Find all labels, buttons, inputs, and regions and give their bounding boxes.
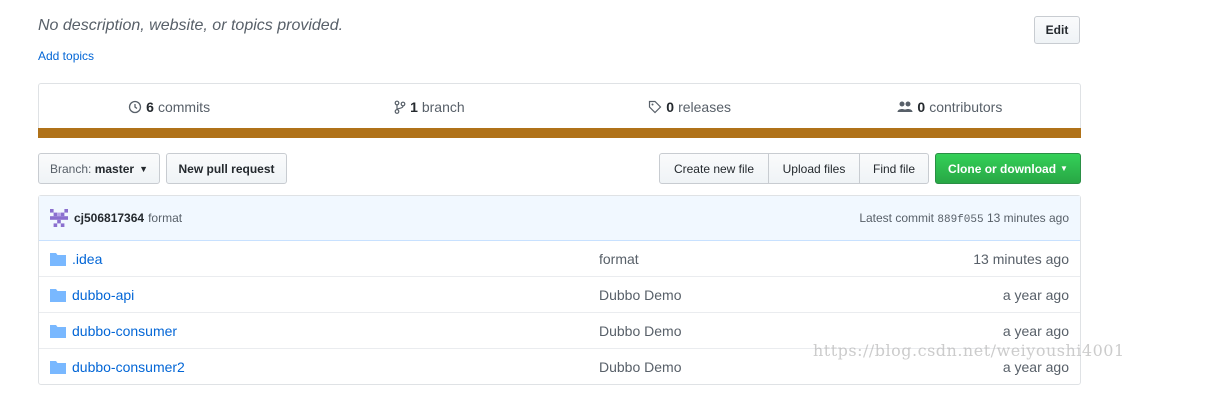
commit-sha[interactable]: 889f055 [937,214,983,226]
branches-count: 1 [410,98,418,115]
latest-commit-info: Latest commit 889f055 13 minutes ago [859,211,1069,226]
table-row: .idea format 13 minutes ago [39,241,1080,277]
add-topics-link[interactable]: Add topics [38,49,94,63]
file-age: a year ago [1002,322,1069,339]
folder-icon [50,288,66,302]
new-pull-request-button[interactable]: New pull request [166,153,287,184]
watermark: https://blog.csdn.net/weiyoushi4001 [813,341,1125,360]
latest-commit-prefix: Latest commit [859,210,935,225]
find-file-button[interactable]: Find file [859,153,929,184]
file-commit-message[interactable]: Dubbo Demo [599,323,1003,339]
file-name[interactable]: dubbo-api [72,287,134,303]
create-new-file-button[interactable]: Create new file [659,153,769,184]
branches-label: branch [421,98,465,115]
repo-description: No description, website, or topics provi… [38,17,344,34]
commit-author[interactable]: cj506817364 [74,211,144,225]
branches-link[interactable]: 1 branch [299,99,559,115]
file-age: a year ago [1002,286,1069,303]
commits-count: 6 [146,98,154,115]
file-age: 13 minutes ago [973,250,1069,267]
file-age: a year ago [1002,358,1069,375]
edit-button[interactable]: Edit [1034,16,1080,44]
folder-icon [50,252,66,266]
people-icon [897,101,913,112]
file-name[interactable]: dubbo-consumer2 [72,359,185,375]
branch-prefix: Branch: [50,161,92,176]
contributors-label: contributors [929,98,1003,115]
history-icon [129,100,142,113]
file-link[interactable]: .idea [50,251,599,267]
releases-label: releases [678,98,731,115]
table-row: dubbo-api Dubbo Demo a year ago [39,277,1080,313]
branch-icon [394,100,406,114]
branch-select-button[interactable]: Branch: master ▼ [38,153,160,184]
folder-icon [50,360,66,374]
avatar[interactable] [50,209,68,227]
caret-down-icon: ▼ [1060,164,1068,173]
clone-label: Clone or download [948,161,1057,176]
file-link[interactable]: dubbo-consumer [50,323,599,339]
caret-down-icon: ▼ [139,163,148,174]
commit-message[interactable]: format [148,211,182,225]
tag-icon [649,100,662,113]
file-commit-message[interactable]: Dubbo Demo [599,287,1003,303]
contributors-link[interactable]: 0 contributors [820,99,1080,115]
releases-count: 0 [666,98,675,115]
commit-age: 13 minutes ago [986,210,1069,225]
file-commit-message[interactable]: format [599,251,973,267]
commits-label: commits [157,98,211,115]
commits-link[interactable]: 6 commits [39,99,299,115]
folder-icon [50,324,66,338]
upload-files-button[interactable]: Upload files [768,153,860,184]
contributors-count: 0 [917,98,926,115]
file-link[interactable]: dubbo-api [50,287,599,303]
clone-or-download-button[interactable]: Clone or download ▼ [935,153,1081,184]
file-name[interactable]: dubbo-consumer [72,323,177,339]
latest-commit-bar: cj506817364 format Latest commit 889f055… [39,196,1080,241]
branch-name: master [94,161,135,176]
releases-link[interactable]: 0 releases [560,99,820,115]
file-name[interactable]: .idea [72,251,102,267]
file-link[interactable]: dubbo-consumer2 [50,359,599,375]
file-commit-message[interactable]: Dubbo Demo [599,359,1003,375]
language-bar[interactable] [38,128,1081,138]
numbers-summary: 6 commits 1 branch 0 releases 0 contribu… [38,83,1081,138]
